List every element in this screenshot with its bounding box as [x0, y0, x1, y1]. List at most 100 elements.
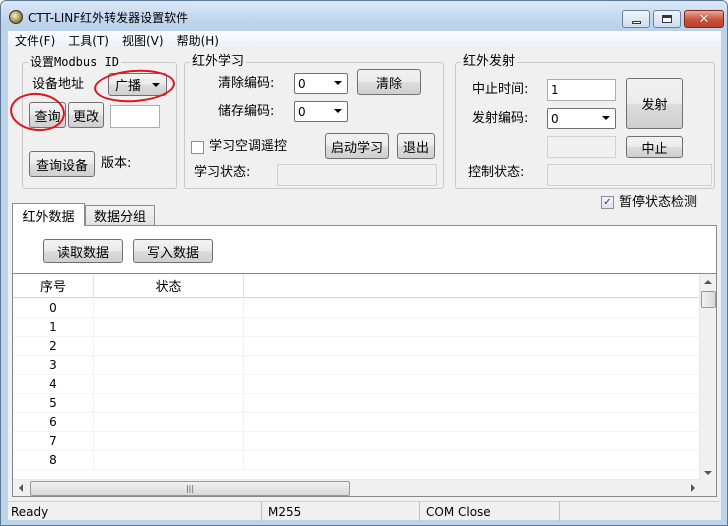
modbus-group: 设置Modbus ID 设备地址 广播 查询 更改 查询设备 版本: — [22, 54, 177, 189]
start-learn-button[interactable]: 启动学习 — [325, 133, 389, 159]
send-button[interactable]: 发射 — [626, 78, 683, 129]
title-bar[interactable]: CTT-LINF红外转发器设置软件 ✕ — [1, 1, 727, 31]
row-status-cell — [94, 318, 244, 337]
send-code-display — [547, 136, 616, 158]
ac-remote-label: 学习空调遥控 — [209, 139, 288, 154]
store-code-select[interactable]: 0 — [294, 101, 348, 122]
control-status-label: 控制状态: — [468, 165, 525, 180]
row-index-cell: 4 — [13, 375, 94, 394]
row-empty-cell — [244, 394, 701, 413]
ir-send-group: 红外发射 中止时间: 1 发射 发射编码: 0 中止 控制状态: — [455, 54, 715, 189]
row-empty-cell — [244, 299, 701, 318]
change-button[interactable]: 更改 — [68, 102, 104, 128]
send-code-select[interactable]: 0 — [547, 108, 616, 129]
learn-status-label: 学习状态: — [194, 165, 251, 180]
row-index-cell: 3 — [13, 356, 94, 375]
scroll-right-icon[interactable] — [691, 484, 695, 492]
read-data-button[interactable]: 读取数据 — [43, 239, 123, 263]
row-status-cell — [94, 356, 244, 375]
table-body: 012345678 — [13, 299, 701, 470]
write-data-button[interactable]: 写入数据 — [133, 239, 213, 263]
ir-learn-group: 红外学习 清除编码: 0 清除 储存编码: 0 学习空调遥控 启动学习 退出 学… — [184, 54, 444, 189]
status-extra — [560, 502, 721, 521]
status-modbus-id: M255 — [262, 502, 420, 521]
row-empty-cell — [244, 356, 701, 375]
row-empty-cell — [244, 318, 701, 337]
ac-remote-checkbox[interactable] — [191, 141, 204, 154]
modbus-group-title: 设置Modbus ID — [28, 54, 122, 70]
stop-time-input[interactable]: 1 — [547, 79, 616, 101]
pause-status-label: 暂停状态检测 — [619, 195, 698, 210]
table-row[interactable]: 0 — [13, 299, 701, 318]
table-row[interactable]: 6 — [13, 413, 701, 432]
query-device-button[interactable]: 查询设备 — [29, 151, 95, 177]
row-empty-cell — [244, 337, 701, 356]
horizontal-scrollbar[interactable]: ||| — [13, 479, 701, 496]
minimize-icon — [631, 20, 641, 24]
menu-help[interactable]: 帮助(H) — [170, 32, 225, 49]
row-index-cell: 7 — [13, 432, 94, 451]
tab-panel: 读取数据 写入数据 — [12, 225, 717, 273]
column-header-index[interactable]: 序号 — [13, 274, 94, 297]
table-row[interactable]: 5 — [13, 394, 701, 413]
app-icon — [9, 10, 23, 24]
row-empty-cell — [244, 451, 701, 470]
window-title: CTT-LINF红外转发器设置软件 — [28, 11, 189, 25]
pause-status-checkbox[interactable]: ✓ — [601, 196, 614, 209]
menu-file[interactable]: 文件(F) — [8, 32, 61, 49]
learn-status-field — [277, 164, 437, 186]
address-dropdown[interactable]: 广播 — [108, 73, 167, 96]
row-empty-cell — [244, 413, 701, 432]
store-code-label: 储存编码: — [218, 104, 275, 119]
table-row[interactable]: 8 — [13, 451, 701, 470]
menu-tools[interactable]: 工具(T) — [61, 32, 115, 49]
tab-data-group[interactable]: 数据分组 — [85, 205, 155, 225]
table-row[interactable]: 1 — [13, 318, 701, 337]
horizontal-scroll-thumb[interactable]: ||| — [30, 481, 350, 496]
menu-view[interactable]: 视图(V) — [115, 32, 170, 49]
row-status-cell — [94, 432, 244, 451]
table-row[interactable]: 7 — [13, 432, 701, 451]
table-row[interactable]: 2 — [13, 337, 701, 356]
row-status-cell — [94, 394, 244, 413]
scroll-corner — [699, 479, 716, 496]
change-address-input[interactable] — [110, 105, 160, 128]
exit-learn-button[interactable]: 退出 — [397, 133, 435, 159]
row-empty-cell — [244, 375, 701, 394]
scroll-down-icon[interactable] — [704, 471, 712, 475]
maximize-button[interactable] — [653, 10, 681, 28]
row-status-cell — [94, 375, 244, 394]
stop-time-label: 中止时间: — [472, 82, 529, 97]
scroll-left-icon[interactable] — [19, 484, 23, 492]
app-window: CTT-LINF红外转发器设置软件 ✕ 文件(F) 工具(T) 视图(V) 帮助… — [0, 0, 728, 526]
clear-button[interactable]: 清除 — [357, 69, 421, 95]
row-status-cell — [94, 299, 244, 318]
tab-ir-data[interactable]: 红外数据 — [12, 203, 85, 226]
table-row[interactable]: 3 — [13, 356, 701, 375]
client-area: 设置Modbus ID 设备地址 广播 查询 更改 查询设备 版本: 红外学习 … — [8, 50, 721, 521]
version-label: 版本: — [101, 156, 132, 171]
row-index-cell: 1 — [13, 318, 94, 337]
table-row[interactable]: 4 — [13, 375, 701, 394]
status-com: COM Close — [420, 502, 560, 521]
stop-button[interactable]: 中止 — [626, 136, 683, 158]
scroll-up-icon[interactable] — [704, 280, 712, 284]
row-status-cell — [94, 451, 244, 470]
vertical-scrollbar[interactable] — [699, 274, 716, 481]
close-icon: ✕ — [698, 11, 710, 27]
ir-data-table[interactable]: 序号 状态 012345678 ||| — [12, 273, 717, 497]
column-header-status[interactable]: 状态 — [94, 274, 244, 297]
clear-code-select[interactable]: 0 — [294, 73, 348, 94]
clear-code-label: 清除编码: — [218, 76, 275, 91]
row-index-cell: 2 — [13, 337, 94, 356]
control-status-field — [547, 164, 712, 186]
close-button[interactable]: ✕ — [684, 10, 724, 28]
minimize-button[interactable] — [622, 10, 650, 28]
store-code-value: 0 — [298, 104, 306, 119]
status-bar: Ready M255 COM Close — [8, 501, 721, 521]
chevron-down-icon — [334, 109, 342, 113]
query-button[interactable]: 查询 — [29, 102, 66, 128]
vertical-scroll-thumb[interactable] — [701, 291, 716, 308]
checkmark-icon: ✓ — [603, 196, 612, 208]
row-index-cell: 0 — [13, 299, 94, 318]
